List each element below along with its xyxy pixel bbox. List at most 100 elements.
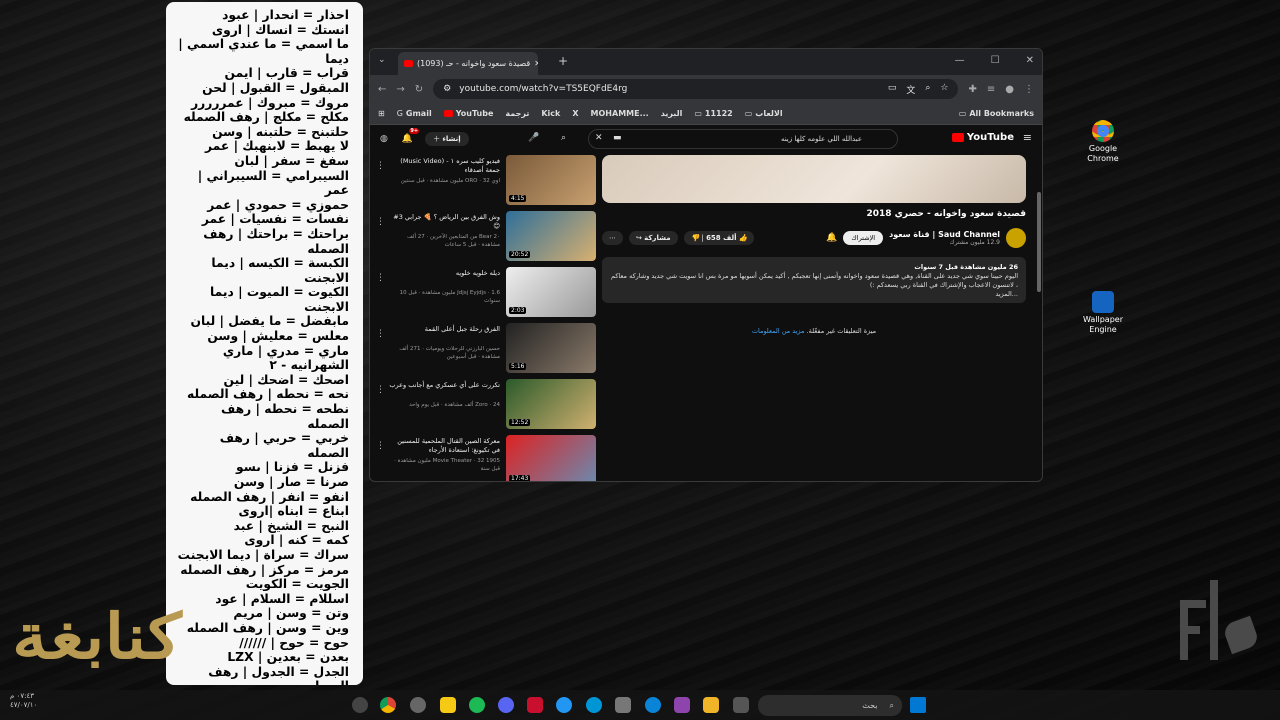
bookmark-mail[interactable]: البريد [661,109,683,118]
related-video-item[interactable]: ⋮ معركة الصين القتال الملحمية للمسنين في … [376,435,596,481]
bookmark-folder-games[interactable]: ▭ الالعاب [745,109,783,118]
like-dislike-group[interactable]: 👎 | 658 ألف 👍 [683,231,755,245]
apps-icon[interactable]: ⊞ [378,109,385,118]
zoom-icon[interactable]: ⌕ [925,83,930,96]
scrollbar[interactable] [1037,192,1041,292]
video-thumbnail[interactable]: 2:03 [506,267,596,317]
notifications-icon[interactable]: 🔔 9+ [402,128,420,144]
back-icon[interactable]: ← [378,84,386,95]
hamburger-menu-icon[interactable]: ≡ [1023,131,1032,144]
new-tab-button[interactable]: + [558,54,568,68]
profile-avatar[interactable]: ● [1005,84,1014,95]
translate-icon[interactable]: 文 [906,83,915,96]
youtube-logo[interactable]: YouTube [951,132,1014,143]
mcafee-icon[interactable] [527,697,543,713]
taskbar-clock[interactable]: ٠٧:٤٣ م ٤٧/٠٧/١٠ [10,692,37,710]
account-avatar[interactable]: ◍ [380,134,388,144]
help-icon[interactable] [556,697,572,713]
more-actions-icon[interactable]: ⋯ [602,231,623,245]
bookmark-youtube[interactable]: YouTube [443,109,493,118]
youtube-search-input[interactable]: ⌕ ✕ ▬ عبدالله اللي علومه كلها زينه [561,129,898,149]
media-icon[interactable]: ≡ [987,84,995,95]
video-thumbnail[interactable]: 17:43 [506,435,596,481]
mic-icon[interactable]: 🎤 [528,133,539,143]
install-icon[interactable]: ▭ [888,83,897,96]
like-icon[interactable]: 👍 [739,234,748,242]
windows-start-icon[interactable] [910,697,926,713]
bookmark-x[interactable]: X [572,109,578,118]
steam-icon[interactable] [410,697,426,713]
video-options-icon[interactable]: ⋮ [376,161,385,171]
learn-more-link[interactable]: مزيد من المعلومات [752,327,805,335]
video-thumbnail[interactable]: 5:16 [506,323,596,373]
maximize-icon[interactable]: ☐ [991,55,1000,66]
video-thumbnail[interactable]: 12:52 [506,379,596,429]
video-options-icon[interactable]: ⋮ [376,385,385,395]
related-video-item[interactable]: ⋮ ديله خلويه خلويه Jdjsj Eyjdjs · 1.6 مليو… [376,267,596,321]
close-window-icon[interactable]: ✕ [1026,55,1034,66]
copilot-icon[interactable] [674,697,690,713]
related-video-item[interactable]: ⋮ تكررت على أي عسكري مع أجانب وعرب Zoro · … [376,379,596,433]
create-button[interactable]: ＋ إنشاء [425,132,469,146]
related-video-item[interactable]: ⋮ فيديو كليب سره ١ - (Music Video) جمعة أ… [376,155,596,209]
extensions-icon[interactable]: ✚ [968,84,976,95]
forward-icon[interactable]: → [396,84,404,95]
search-icon[interactable]: ⌕ [561,133,566,143]
desktop-icon-chrome[interactable]: Google Chrome [1073,120,1133,164]
chrome-window[interactable]: ⌄ (1093) قصيدة سعود واخوانه - حـ ✕ + — ☐… [369,48,1043,482]
settings-icon[interactable] [352,697,368,713]
tab-search-icon[interactable]: ⌄ [378,55,386,65]
clear-search-icon[interactable]: ✕ [595,133,603,143]
video-options-icon[interactable]: ⋮ [376,441,385,451]
chrome-taskbar-icon[interactable] [380,697,396,713]
search-query: عبدالله اللي علومه كلها زينه [780,135,862,143]
comments-off-text: ميزة التعليقات غير مفعّلة. [806,327,877,335]
address-bar[interactable]: ⚙ youtube.com/watch?v=TS5EQFdE4rg ▭ 文 ⌕ … [433,79,959,99]
channel-name[interactable]: Saud Channel | قناة سعود [889,230,1000,239]
notepad-line: لا يهبط = لابنهبك | عمر [205,139,349,154]
taskbar-search[interactable]: بحث ⌕ [758,695,902,716]
video-thumbnail[interactable]: 20:52 [506,211,596,261]
video-thumbnail[interactable]: 4:15 [506,155,596,205]
edge-icon[interactable] [645,697,661,713]
tab-youtube[interactable]: (1093) قصيدة سعود واخوانه - حـ ✕ [398,52,538,75]
reload-icon[interactable]: ↻ [415,84,423,95]
video-info: قصيدة سعود واخوانه - حصري 2018 Saud Chan… [602,209,1026,335]
bookmark-mohamme[interactable]: MOHAMME... [591,109,649,118]
minimize-icon[interactable]: — [955,55,965,66]
star-icon[interactable]: ☆ [940,83,948,96]
bell-icon[interactable]: 🔔 [826,233,837,243]
bookmark-folder-11122[interactable]: ▭ 11122 [694,109,732,118]
spotify-icon[interactable] [469,697,485,713]
video-options-icon[interactable]: ⋮ [376,329,385,339]
bookmark-translate[interactable]: ترجمة [505,109,529,118]
more-link[interactable]: ...المزيد [995,290,1018,298]
bookmark-kick[interactable]: Kick [541,109,560,118]
all-bookmarks[interactable]: ▭ All Bookmarks [959,109,1034,118]
subscribe-button[interactable]: الإشتراك [843,231,884,245]
related-video-item[interactable]: ⋮ الفرق رحلة جبل أعلى القمة حسين البارزني … [376,323,596,377]
file-explorer-icon[interactable] [703,697,719,713]
bookmark-gmail[interactable]: G Gmail [397,109,432,118]
notepad-line: ماري = مدري | ماري الشهرانيه - ٢ [222,343,349,373]
discord-icon[interactable] [498,697,514,713]
related-video-item[interactable]: ⋮ وش الفرق بين الرياض ؟ 🍕 جرابي 3# 😊 Bear … [376,211,596,265]
terminal-icon[interactable] [733,697,749,713]
notepad-line: وتن = وسن | مريم [233,606,349,621]
video-options-icon[interactable]: ⋮ [376,217,385,227]
description-box[interactable]: 26 مليون مشاهدة قبل 7 سنوات اليوم حبينا … [602,257,1026,303]
close-tab-icon[interactable]: ✕ [534,59,538,68]
video-options-icon[interactable]: ⋮ [376,273,385,283]
menu-icon[interactable]: ⋮ [1024,84,1034,95]
desktop-icon-wallpaper-engine[interactable]: Wallpaper Engine [1073,291,1133,335]
share-button[interactable]: ↪ مشاركة [629,231,678,245]
hp-icon[interactable] [586,697,602,713]
dislike-icon[interactable]: 👎 [691,234,700,242]
keyboard-icon[interactable]: ▬ [613,133,622,143]
site-info-icon[interactable]: ⚙ [443,84,451,94]
notes-icon[interactable] [440,697,456,713]
channel-avatar[interactable] [1006,228,1026,248]
notepad-window[interactable]: احذار = انحدار | عبود انستك = انساك | ارو… [166,2,363,685]
store-icon[interactable] [615,697,631,713]
video-player[interactable] [602,155,1026,203]
